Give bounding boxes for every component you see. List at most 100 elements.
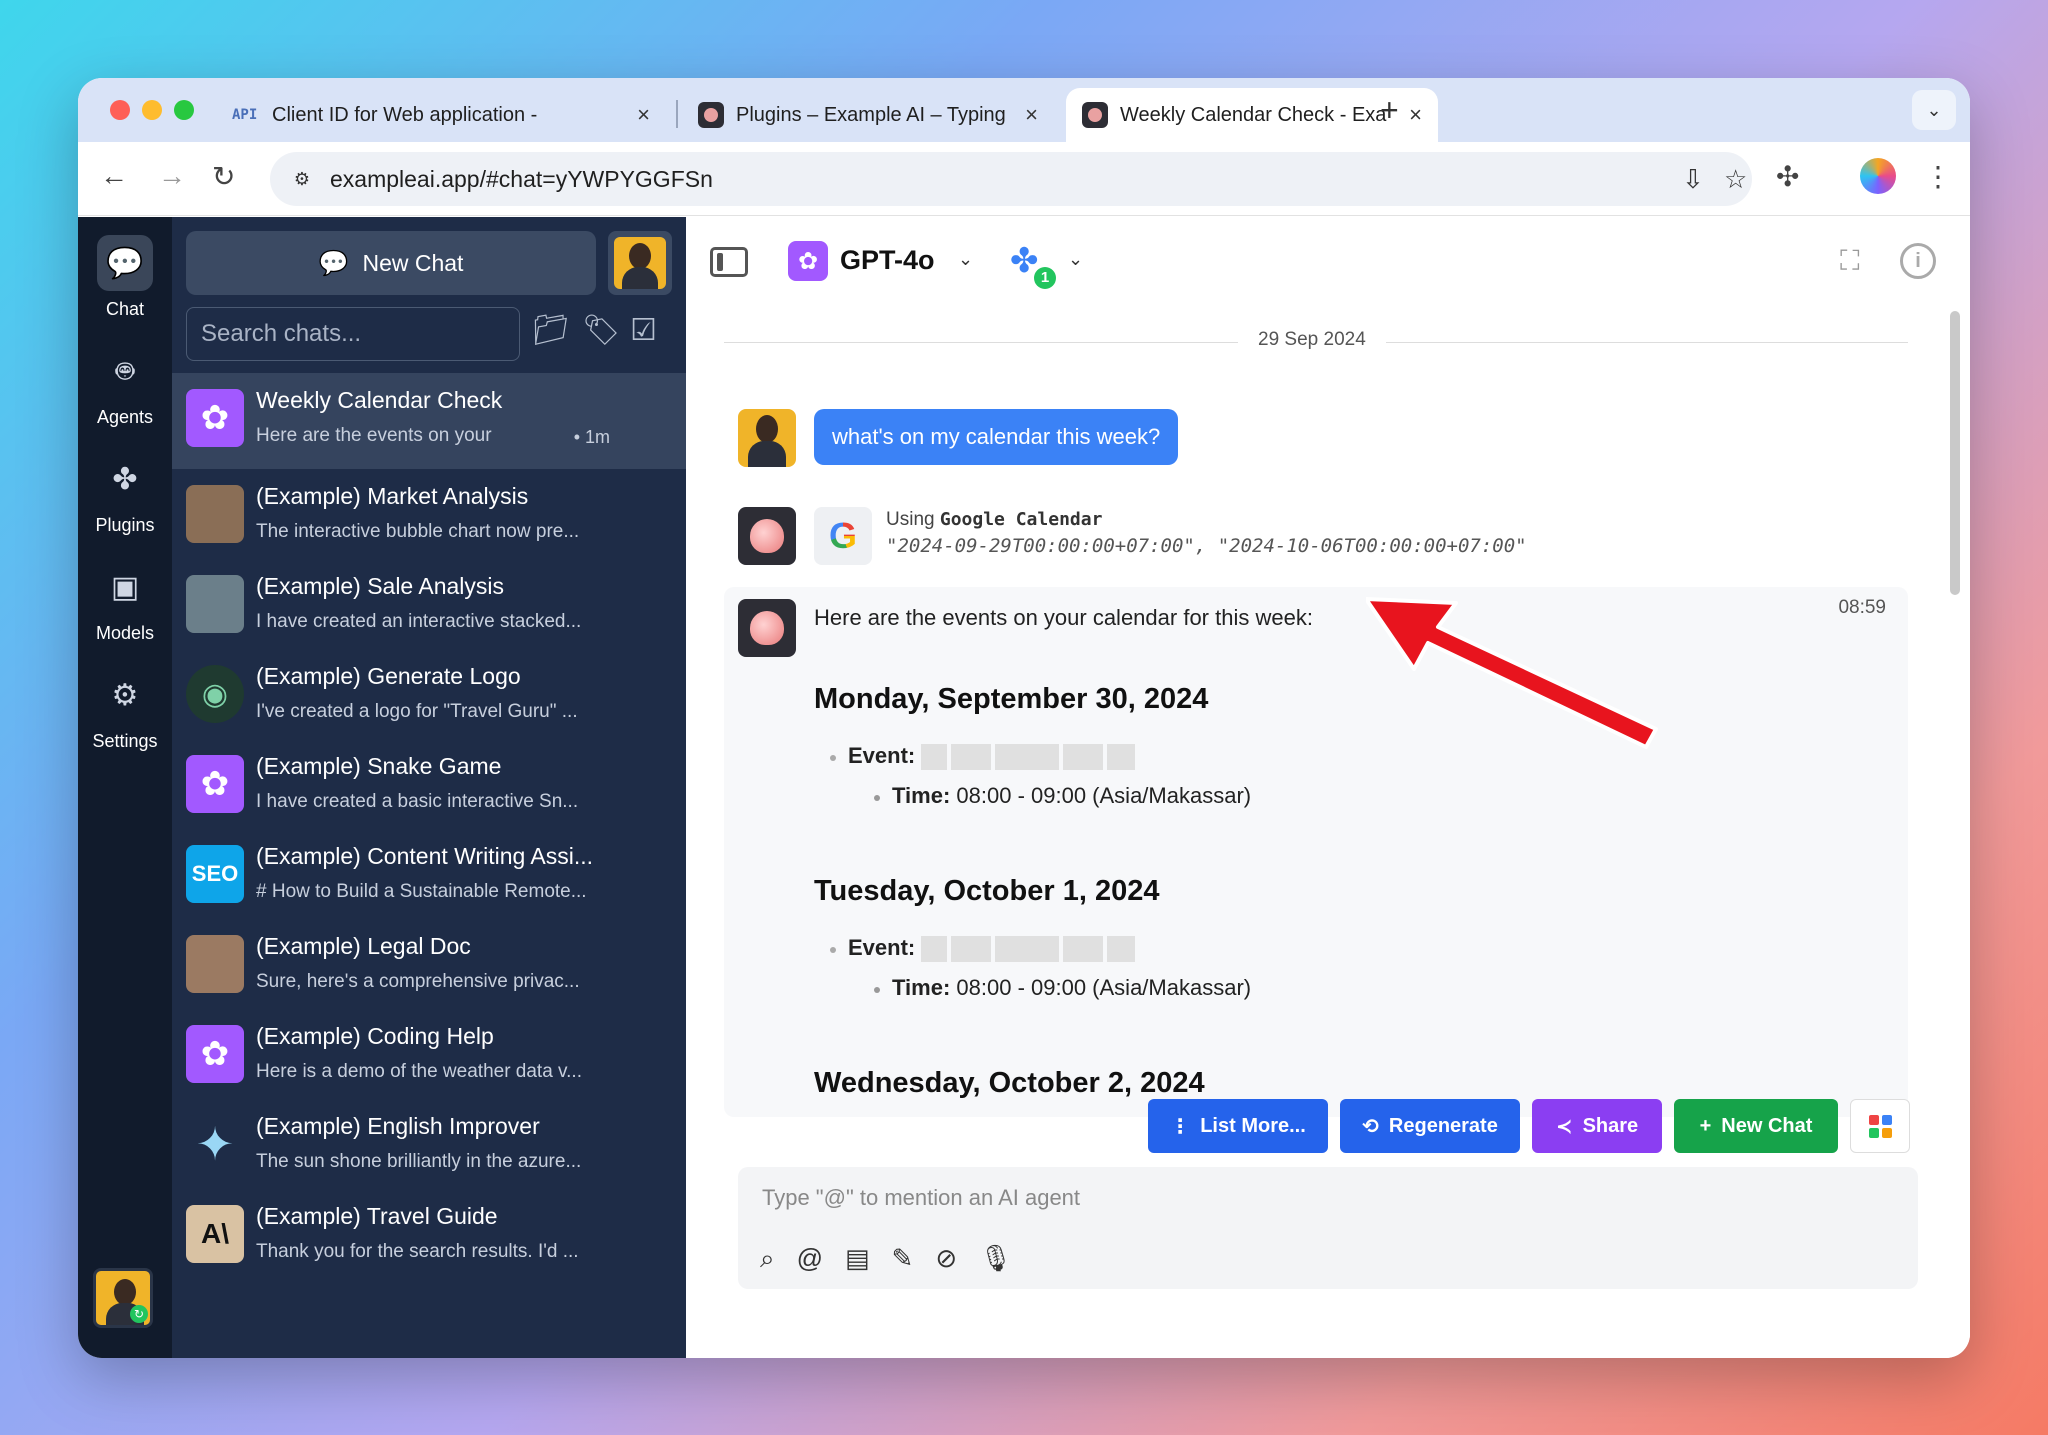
assistant-avatar <box>738 599 796 657</box>
search-icon[interactable]: ⌕ <box>760 1243 775 1275</box>
profile-avatar[interactable] <box>1860 158 1896 194</box>
tab-title: Weekly Calendar Check - Exa <box>1120 103 1387 126</box>
minimize-window-button[interactable] <box>142 100 162 120</box>
app-container: 💬 Chat 🤖︎ Agents ✤ Plugins ▣ Models ⚙ Se… <box>78 217 1970 1358</box>
prompt-library-icon[interactable]: ▤ <box>845 1243 870 1275</box>
openai-model-icon[interactable]: ✿ <box>788 241 828 281</box>
back-arrow-icon[interactable]: ← <box>100 160 128 192</box>
chat-list-item[interactable]: (Example) Legal Doc Sure, here's a compre… <box>172 919 686 1009</box>
regenerate-button[interactable]: ⟲ Regenerate <box>1340 1099 1520 1153</box>
day-heading: Wednesday, October 2, 2024 <box>814 1067 1205 1099</box>
close-window-button[interactable] <box>110 100 130 120</box>
chat-list-item[interactable]: ◉ (Example) Generate Logo I've created a l… <box>172 649 686 739</box>
user-avatar[interactable]: ↻ <box>93 1268 153 1328</box>
close-tab-icon[interactable]: × <box>1025 102 1038 128</box>
sparkle-icon: ✦ <box>186 1115 244 1173</box>
event-line: Event: <box>848 743 1139 771</box>
chat-main: ✿ GPT-4o ⌄ ✤ 1 ⌄ ⛶ i 29 Sep 2024 what's … <box>686 217 1970 1358</box>
tool-name: Google Calendar <box>939 509 1103 530</box>
chat-title: (Example) Snake Game <box>256 753 502 779</box>
rail-item-chat[interactable]: 💬 Chat <box>78 235 172 320</box>
new-folder-icon[interactable]: 📁︎ <box>532 313 570 348</box>
address-bar[interactable]: ⚙ exampleai.app/#chat=yYWPYGGFSn ⇩ ☆ <box>270 152 1752 206</box>
chat-time: • 1m <box>573 427 610 447</box>
screen-share-icon[interactable]: ⛶ <box>1840 245 1860 278</box>
sidebar-avatar[interactable] <box>608 231 672 295</box>
forward-arrow-icon[interactable]: → <box>158 160 186 192</box>
bookmark-star-icon[interactable]: ☆ <box>1724 164 1747 195</box>
chat-preview: Here are the events on your cal... <box>256 425 496 446</box>
chevron-down-icon[interactable]: ⌄ <box>958 249 973 270</box>
chat-preview: Thank you for the search results. I'd ..… <box>256 1241 579 1262</box>
chat-list-item[interactable]: A\ (Example) Travel Guide Thank you for th… <box>172 1189 686 1279</box>
attach-paperclip-icon[interactable]: ⊘ <box>935 1243 957 1275</box>
chevron-down-icon: ⌄ <box>1926 99 1942 120</box>
reload-icon[interactable]: ↻ <box>212 160 235 193</box>
message-composer: ⌕ @ ▤ ✎ ⊘ 🎙︎ <box>738 1167 1918 1289</box>
chip-icon: ▣ <box>110 570 140 604</box>
tab-search-button[interactable]: ⌄ <box>1912 90 1956 130</box>
chat-preview: Here is a demo of the weather data v... <box>256 1061 582 1082</box>
chat-list-item[interactable]: (Example) Sale Analysis I have created an… <box>172 559 686 649</box>
time-line: Time: 08:00 - 09:00 (Asia/Makassar) <box>892 975 1252 1000</box>
openai-icon: ✿ <box>186 755 244 813</box>
apps-grid-button[interactable] <box>1850 1099 1910 1153</box>
robot-icon: 🤖︎ <box>116 354 134 388</box>
share-button[interactable]: ≺ Share <box>1532 1099 1662 1153</box>
toggle-sidebar-icon[interactable] <box>710 247 748 277</box>
chat-list-item[interactable]: ✿ (Example) Snake Game I have created a ba… <box>172 739 686 829</box>
close-tab-icon[interactable]: × <box>637 102 650 128</box>
rail-item-models[interactable]: ▣ Models <box>78 559 172 644</box>
openai-icon: ✿ <box>186 389 244 447</box>
maximize-window-button[interactable] <box>174 100 194 120</box>
new-chat-action-button[interactable]: + New Chat <box>1674 1099 1838 1153</box>
tab-title: Plugins – Example AI – Typing <box>736 103 1006 126</box>
chevron-down-icon[interactable]: ⌄ <box>1068 249 1083 270</box>
select-multiple-icon[interactable]: ☑ <box>630 313 657 348</box>
chat-list-item[interactable]: ✿ (Example) Coding Help Here is a demo of … <box>172 1009 686 1099</box>
new-chat-button[interactable]: 💬 New Chat <box>186 231 596 295</box>
tab-client-id[interactable]: API Client ID for Web application - × <box>216 88 666 142</box>
chat-list-item[interactable]: SEO (Example) Content Writing Assi... # Ho… <box>172 829 686 919</box>
message-time: 08:59 <box>1838 597 1886 618</box>
extensions-puzzle-icon[interactable]: ✣ <box>1776 160 1799 193</box>
rail-item-agents[interactable]: 🤖︎ Agents <box>78 343 172 428</box>
list-more-button[interactable]: ⋮ List More... <box>1148 1099 1328 1153</box>
rail-item-plugins[interactable]: ✤ Plugins <box>78 451 172 536</box>
new-tab-button[interactable]: + <box>1380 92 1399 129</box>
tag-icon[interactable]: 🏷︎ <box>582 313 620 348</box>
site-settings-icon[interactable]: ⚙ <box>286 163 318 195</box>
chat-list-item[interactable]: (Example) Market Analysis The interactive… <box>172 469 686 559</box>
chat-title: (Example) Travel Guide <box>256 1203 498 1229</box>
pen-tool-icon[interactable]: ✎ <box>892 1243 914 1275</box>
message-input[interactable] <box>738 1167 1918 1225</box>
rail-item-settings[interactable]: ⚙ Settings <box>78 667 172 752</box>
chat-list-item[interactable]: ✿ Weekly Calendar Check Here are the event… <box>172 373 686 469</box>
chat-bubble-icon: 💬 <box>318 249 349 277</box>
search-chats-input[interactable] <box>186 307 520 361</box>
close-tab-icon[interactable]: × <box>1409 102 1422 128</box>
browser-toolbar: ← → ↻ ⚙ exampleai.app/#chat=yYWPYGGFSn ⇩… <box>78 142 1970 216</box>
brain-favicon-icon <box>1082 102 1108 128</box>
more-menu-icon[interactable]: ⋮ <box>1924 160 1952 193</box>
install-app-icon[interactable]: ⇩ <box>1682 164 1704 195</box>
model-selector[interactable]: GPT-4o <box>840 245 935 276</box>
day-heading: Tuesday, October 1, 2024 <box>814 875 1160 907</box>
assistant-response: 08:59 Here are the events on your calend… <box>724 587 1908 1117</box>
at-mention-icon[interactable]: @ <box>797 1243 823 1275</box>
microphone-icon[interactable]: 🎙︎ <box>979 1243 1012 1275</box>
chat-list-item[interactable]: ✦ (Example) English Improver The sun shone… <box>172 1099 686 1189</box>
time-line: Time: 08:00 - 09:00 (Asia/Makassar) <box>892 783 1252 808</box>
chat-preview: The sun shone brilliantly in the azure..… <box>256 1151 582 1172</box>
refresh-icon: ⟲ <box>1362 1115 1379 1138</box>
info-icon[interactable]: i <box>1900 243 1936 279</box>
vertical-dots-icon: ⋮ <box>1170 1115 1191 1138</box>
avatar-photo <box>186 485 244 543</box>
day-heading: Monday, September 30, 2024 <box>814 683 1209 715</box>
scrollbar[interactable] <box>1950 311 1960 595</box>
puzzle-icon: ✤ <box>112 462 138 496</box>
message-actions: ⋮ List More... ⟲ Regenerate ≺ Share + Ne… <box>1148 1099 1910 1153</box>
tab-plugins[interactable]: Plugins – Example AI – Typing × <box>682 88 1054 142</box>
chat-preview: I have created an interactive stacked... <box>256 611 582 632</box>
url-text: exampleai.app/#chat=yYWPYGGFSn <box>330 165 713 192</box>
